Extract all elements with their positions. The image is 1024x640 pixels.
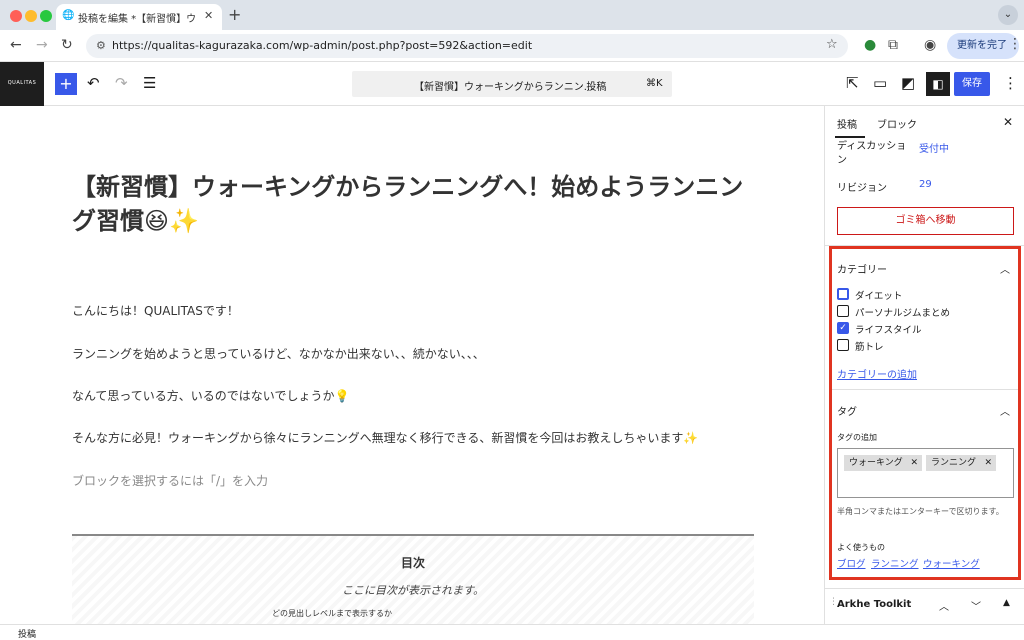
toc-level-label: どの見出しレベルまで表示するか	[272, 609, 392, 618]
editor-footer: 投稿	[0, 624, 1024, 640]
document-title: 【新習慣】ウォーキングからランニン...	[414, 82, 594, 93]
arkhe-toolkit-panel[interactable]: ⋮ Arkhe Toolkit ︿ ﹀ ▲	[825, 588, 1024, 624]
site-logo[interactable]: QUALITAS	[0, 62, 44, 106]
tab-title: 投稿を編集 *【新習慣】ウォーキ	[78, 14, 196, 25]
move-up-icon[interactable]: ︿	[939, 598, 949, 613]
add-block-button[interactable]: +	[55, 73, 77, 95]
collapse-icon[interactable]: ▲	[1003, 598, 1010, 608]
editor-header: QUALITAS + ↶ ↷ ☰ 【新習慣】ウォーキングからランニン... · …	[0, 62, 1024, 106]
maximize-window-button[interactable]	[40, 10, 52, 22]
paragraph-block[interactable]: そんな方に必見！ウォーキングから徐々にランニングへ無理なく移行できる、新習慣を今…	[72, 429, 698, 446]
styles-icon[interactable]: ◩	[901, 74, 915, 92]
command-shortcut: ⌘K	[646, 78, 663, 89]
breadcrumb[interactable]: 投稿	[18, 627, 36, 640]
paragraph-block[interactable]: こんにちは！QUALITASです！	[72, 302, 239, 319]
bookmark-star-icon[interactable]: ☆	[826, 37, 838, 52]
chevron-down-icon[interactable]: ⌄	[998, 5, 1018, 25]
address-bar[interactable]: ⚙ https://qualitas-kagurazaka.com/wp-adm…	[86, 34, 848, 58]
puzzle-icon[interactable]: ⧉	[888, 37, 898, 53]
preview-device-icon[interactable]: ▭	[873, 74, 887, 92]
reload-icon[interactable]: ↻	[61, 37, 73, 53]
document-overview-icon[interactable]: ☰	[143, 74, 156, 92]
view-post-icon[interactable]: ⇱	[846, 74, 859, 92]
new-tab-icon[interactable]: +	[228, 5, 241, 24]
extension-icon[interactable]: ●	[864, 37, 876, 53]
toc-placeholder: ここに目次が表示されます。	[342, 584, 484, 597]
minimize-window-button[interactable]	[25, 10, 37, 22]
editor-canvas: 【新習慣】ウォーキングからランニングへ！始めようランニング習慣😆✨ こんにちは！…	[0, 106, 824, 624]
arkhe-toolkit-title: Arkhe Toolkit	[837, 599, 912, 610]
document-bar[interactable]: 【新習慣】ウォーキングからランニン... · 投稿 ⌘K	[352, 71, 672, 97]
profile-avatar[interactable]: ◉	[924, 37, 936, 53]
block-placeholder[interactable]: ブロックを選択するには「/」を入力	[72, 472, 268, 489]
document-type: · 投稿	[580, 82, 607, 93]
redo-icon[interactable]: ↷	[115, 74, 128, 92]
settings-sidebar-toggle[interactable]: ◧	[926, 72, 950, 96]
undo-icon[interactable]: ↶	[87, 74, 100, 92]
settings-sidebar: 投稿 ブロック ✕ ディスカッション 受付中 リビジョン 29 ゴミ箱へ移動 カ…	[824, 106, 1024, 624]
move-to-trash-button[interactable]: ゴミ箱へ移動	[837, 207, 1014, 235]
paragraph-block[interactable]: なんて思っている方、いるのではないでしょうか💡	[72, 387, 349, 404]
revisions-value[interactable]: 29	[919, 179, 932, 190]
active-tab-indicator	[835, 136, 865, 138]
back-icon[interactable]: ←	[10, 37, 22, 53]
discussion-label: ディスカッション	[837, 141, 907, 166]
discussion-value[interactable]: 受付中	[919, 140, 949, 155]
tab-post[interactable]: 投稿	[837, 116, 857, 131]
more-menu-icon[interactable]: ⋮	[1008, 36, 1022, 52]
close-window-button[interactable]	[10, 10, 22, 22]
table-of-contents-block[interactable]: 目次 ここに目次が表示されます。 どの見出しレベルまで表示するか	[72, 534, 754, 624]
url-text: https://qualitas-kagurazaka.com/wp-admin…	[112, 39, 533, 52]
browser-tab[interactable]: 🌐 投稿を編集 *【新習慣】ウォーキ ✕	[56, 4, 222, 30]
browser-tab-strip: 🌐 投稿を編集 *【新習慣】ウォーキ ✕ + ⌄	[0, 0, 1024, 30]
site-info-icon[interactable]: ⚙	[96, 39, 106, 52]
options-menu-icon[interactable]: ⋮	[1003, 74, 1018, 92]
close-icon[interactable]: ✕	[1003, 115, 1013, 129]
browser-toolbar: ← → ↻ ⚙ https://qualitas-kagurazaka.com/…	[0, 30, 1024, 62]
forward-icon[interactable]: →	[36, 37, 48, 53]
toc-title: 目次	[400, 556, 425, 570]
highlight-box	[829, 246, 1021, 580]
move-down-icon[interactable]: ﹀	[971, 598, 981, 613]
globe-icon: 🌐	[62, 10, 75, 21]
save-button[interactable]: 保存	[954, 72, 990, 96]
tab-block[interactable]: ブロック	[877, 116, 917, 131]
post-title[interactable]: 【新習慣】ウォーキングからランニングへ！始めようランニング習慣😆✨	[72, 170, 762, 238]
revisions-label: リビジョン	[837, 183, 887, 194]
paragraph-block[interactable]: ランニングを始めようと思っているけど、なかなか出来ない、、続かない、、、	[72, 345, 485, 362]
tab-close-icon[interactable]: ✕	[204, 9, 213, 22]
